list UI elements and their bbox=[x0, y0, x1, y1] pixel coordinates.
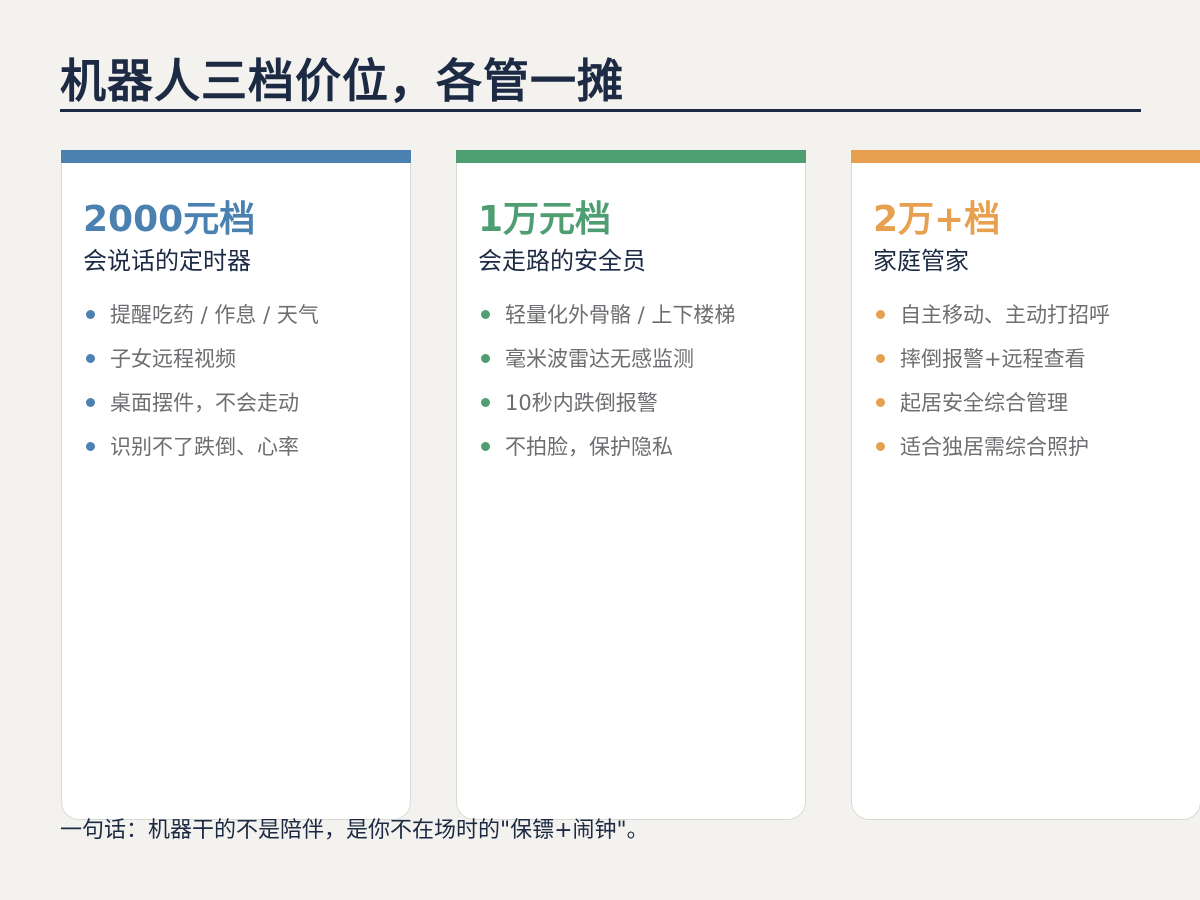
feature-text: 子女远程视频 bbox=[110, 347, 236, 371]
list-item: 轻量化外骨骼 / 上下楼梯 bbox=[481, 301, 735, 345]
tier-card-20000-plus: 2万+档 家庭管家 自主移动、主动打招呼 摔倒报警+远程查看 起居安全综合管理 … bbox=[851, 150, 1200, 820]
bullet-dot-icon bbox=[86, 354, 95, 363]
feature-text: 适合独居需综合照护 bbox=[900, 435, 1089, 459]
list-item: 起居安全综合管理 bbox=[876, 389, 1110, 433]
tier-price: 1万元档 bbox=[478, 199, 612, 240]
bullet-dot-icon bbox=[876, 398, 885, 407]
bullet-dot-icon bbox=[876, 310, 885, 319]
tier-feature-list: 自主移动、主动打招呼 摔倒报警+远程查看 起居安全综合管理 适合独居需综合照护 bbox=[876, 301, 1110, 477]
feature-text: 不拍脸，保护隐私 bbox=[505, 435, 673, 459]
feature-text: 10秒内跌倒报警 bbox=[505, 391, 658, 415]
tier-price: 2万+档 bbox=[873, 199, 1001, 240]
list-item: 摔倒报警+远程查看 bbox=[876, 345, 1110, 389]
feature-text: 自主移动、主动打招呼 bbox=[900, 303, 1110, 327]
list-item: 识别不了跌倒、心率 bbox=[86, 433, 319, 477]
bullet-dot-icon bbox=[86, 442, 95, 451]
feature-text: 提醒吃药 / 作息 / 天气 bbox=[110, 303, 319, 327]
title-underline bbox=[60, 109, 1141, 112]
bullet-dot-icon bbox=[481, 442, 490, 451]
feature-text: 轻量化外骨骼 / 上下楼梯 bbox=[505, 303, 736, 327]
bullet-dot-icon bbox=[481, 354, 490, 363]
list-item: 毫米波雷达无感监测 bbox=[481, 345, 735, 389]
bullet-dot-icon bbox=[876, 354, 885, 363]
list-item: 桌面摆件，不会走动 bbox=[86, 389, 319, 433]
tier-subtitle: 会说话的定时器 bbox=[83, 247, 251, 275]
feature-text: 识别不了跌倒、心率 bbox=[110, 435, 299, 459]
list-item: 适合独居需综合照护 bbox=[876, 433, 1110, 477]
bullet-dot-icon bbox=[481, 310, 490, 319]
tier-card-accent-bar bbox=[851, 150, 1200, 163]
feature-text: 摔倒报警+远程查看 bbox=[900, 347, 1086, 371]
tier-feature-list: 提醒吃药 / 作息 / 天气 子女远程视频 桌面摆件，不会走动 识别不了跌倒、心… bbox=[86, 301, 319, 477]
feature-text: 桌面摆件，不会走动 bbox=[110, 391, 299, 415]
page-title: 机器人三档价位，各管一摊 bbox=[60, 54, 624, 108]
tier-feature-list: 轻量化外骨骼 / 上下楼梯 毫米波雷达无感监测 10秒内跌倒报警 不拍脸，保护隐… bbox=[481, 301, 735, 477]
tier-subtitle: 家庭管家 bbox=[873, 247, 969, 275]
tier-price: 2000元档 bbox=[83, 199, 256, 240]
tier-card-accent-bar bbox=[456, 150, 806, 163]
tier-card-2000: 2000元档 会说话的定时器 提醒吃药 / 作息 / 天气 子女远程视频 桌面摆… bbox=[61, 150, 411, 820]
tier-subtitle: 会走路的安全员 bbox=[478, 247, 646, 275]
list-item: 子女远程视频 bbox=[86, 345, 319, 389]
list-item: 自主移动、主动打招呼 bbox=[876, 301, 1110, 345]
tier-card-accent-bar bbox=[61, 150, 411, 163]
feature-text: 毫米波雷达无感监测 bbox=[505, 347, 694, 371]
tier-card-10000: 1万元档 会走路的安全员 轻量化外骨骼 / 上下楼梯 毫米波雷达无感监测 10秒… bbox=[456, 150, 806, 820]
bullet-dot-icon bbox=[86, 398, 95, 407]
list-item: 10秒内跌倒报警 bbox=[481, 389, 735, 433]
bullet-dot-icon bbox=[86, 310, 95, 319]
bullet-dot-icon bbox=[876, 442, 885, 451]
bullet-dot-icon bbox=[481, 398, 490, 407]
feature-text: 起居安全综合管理 bbox=[900, 391, 1068, 415]
summary-footer: 一句话：机器干的不是陪伴，是你不在场时的"保镖+闹钟"。 bbox=[60, 818, 649, 843]
list-item: 不拍脸，保护隐私 bbox=[481, 433, 735, 477]
list-item: 提醒吃药 / 作息 / 天气 bbox=[86, 301, 319, 345]
